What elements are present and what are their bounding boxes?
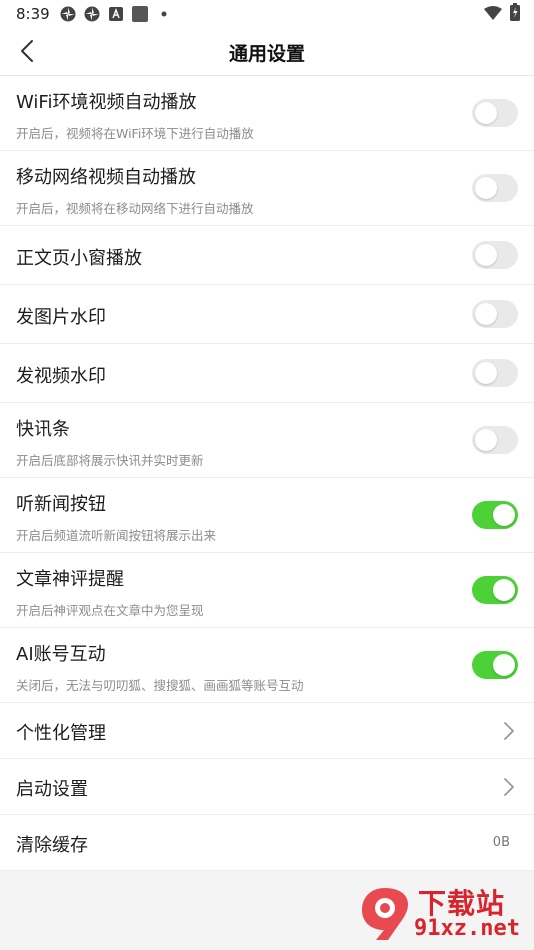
toggle-switch[interactable] — [472, 241, 518, 269]
pinwheel-icon — [60, 6, 76, 22]
toggle-switch[interactable] — [472, 359, 518, 387]
setting-row-personalization[interactable]: 个性化管理 — [0, 703, 534, 759]
setting-row-wifi-autoplay: WiFi环境视频自动播放 开启后，视频将在WiFi环境下进行自动播放 — [0, 76, 534, 151]
toggle-knob — [493, 654, 515, 676]
status-time: 8:39 — [16, 5, 50, 23]
toggle-switch[interactable] — [472, 99, 518, 127]
setting-row-news-flash: 快讯条 开启后底部将展示快讯并实时更新 — [0, 403, 534, 478]
setting-title: 清除缓存 — [16, 835, 88, 856]
toggle-switch[interactable] — [472, 576, 518, 604]
setting-row-mini-window: 正文页小窗播放 — [0, 226, 534, 285]
setting-description: 开启后神评观点在文章中为您呈现 — [16, 603, 204, 618]
toggle-knob — [493, 504, 515, 526]
chevron-right-icon — [502, 721, 516, 741]
setting-title: WiFi环境视频自动播放 — [16, 92, 197, 113]
square-icon — [132, 6, 148, 22]
setting-title: 启动设置 — [16, 779, 88, 800]
font-a-icon — [108, 6, 124, 22]
dot-icon — [156, 6, 172, 22]
setting-title: AI账号互动 — [16, 644, 106, 665]
setting-row-mobile-autoplay: 移动网络视频自动播放 开启后，视频将在移动网络下进行自动播放 — [0, 151, 534, 226]
toggle-knob — [475, 429, 497, 451]
toggle-knob — [493, 579, 515, 601]
settings-list: WiFi环境视频自动播放 开启后，视频将在WiFi环境下进行自动播放 移动网络视… — [0, 76, 534, 871]
battery-charging-icon — [510, 3, 520, 25]
setting-title: 个性化管理 — [16, 723, 106, 744]
toggle-switch[interactable] — [472, 501, 518, 529]
toggle-knob — [475, 102, 497, 124]
toggle-knob — [475, 244, 497, 266]
toggle-switch[interactable] — [472, 651, 518, 679]
setting-row-clear-cache[interactable]: 清除缓存 0B — [0, 815, 534, 871]
setting-description: 关闭后，无法与叨叨狐、搜搜狐、画画狐等账号互动 — [16, 678, 304, 693]
pinwheel-icon — [84, 6, 100, 22]
setting-row-ai-account: AI账号互动 关闭后，无法与叨叨狐、搜搜狐、画画狐等账号互动 — [0, 628, 534, 703]
setting-row-image-watermark: 发图片水印 — [0, 285, 534, 344]
chevron-right-icon — [502, 777, 516, 797]
site-watermark-logo: 下载站 91xz.net — [358, 882, 528, 946]
toggle-switch[interactable] — [472, 174, 518, 202]
setting-title: 文章神评提醒 — [16, 569, 124, 590]
watermark-text-bottom: 91xz.net — [414, 916, 520, 941]
cache-size-value: 0B — [492, 835, 510, 850]
page-title: 通用设置 — [228, 43, 305, 65]
setting-description: 开启后频道流听新闻按钮将展示出来 — [16, 528, 217, 543]
setting-description: 开启后，视频将在WiFi环境下进行自动播放 — [16, 126, 254, 141]
setting-title: 发视频水印 — [16, 366, 106, 387]
setting-title: 正文页小窗播放 — [16, 248, 142, 269]
app-header: 通用设置 — [0, 28, 534, 76]
notification-icons — [60, 6, 172, 22]
status-bar: 8:39 — [0, 0, 534, 28]
setting-title: 快讯条 — [16, 419, 70, 440]
wifi-icon — [484, 5, 502, 24]
setting-title: 移动网络视频自动播放 — [16, 167, 196, 188]
setting-title: 发图片水印 — [16, 307, 106, 328]
setting-row-video-watermark: 发视频水印 — [0, 344, 534, 403]
watermark-badge-icon — [362, 888, 408, 940]
toggle-knob — [475, 362, 497, 384]
toggle-knob — [475, 177, 497, 199]
setting-title: 听新闻按钮 — [16, 494, 106, 515]
toggle-knob — [475, 303, 497, 325]
setting-row-comment-reminder: 文章神评提醒 开启后神评观点在文章中为您呈现 — [0, 553, 534, 628]
toggle-switch[interactable] — [472, 300, 518, 328]
setting-description: 开启后底部将展示快讯并实时更新 — [16, 453, 204, 468]
setting-row-listen-news: 听新闻按钮 开启后频道流听新闻按钮将展示出来 — [0, 478, 534, 553]
system-icons — [484, 3, 520, 25]
setting-row-startup[interactable]: 启动设置 — [0, 759, 534, 815]
setting-description: 开启后，视频将在移动网络下进行自动播放 — [16, 201, 254, 216]
toggle-switch[interactable] — [472, 426, 518, 454]
